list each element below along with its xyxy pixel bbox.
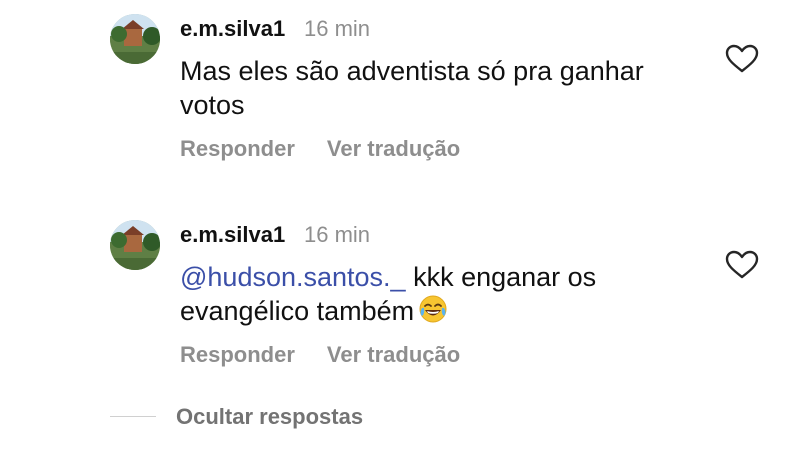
face-with-tears-of-joy-icon — [419, 295, 447, 323]
reply-button[interactable]: Responder — [180, 342, 295, 367]
comment-text: @hudson.santos._ kkk enganar os evangéli… — [180, 260, 700, 328]
comment-timestamp: 16 min — [304, 16, 371, 41]
comment-text: Mas eles são adventista só pra ganhar vo… — [180, 56, 644, 120]
comment-username[interactable]: e.m.silva1 — [180, 16, 285, 42]
hide-replies-row: Ocultar respostas — [110, 402, 510, 432]
comment-actions: Responder Ver tradução — [180, 342, 460, 368]
like-heart-icon[interactable] — [725, 250, 759, 280]
see-translation-button[interactable]: Ver tradução — [327, 136, 460, 161]
mention-link[interactable]: @hudson.santos._ — [180, 262, 406, 292]
hide-replies-button[interactable]: Ocultar respostas — [176, 404, 363, 430]
avatar-photo — [110, 220, 160, 270]
avatar[interactable] — [110, 220, 160, 270]
divider-line — [110, 416, 156, 417]
comment-actions: Responder Ver tradução — [180, 136, 460, 162]
like-heart-icon[interactable] — [725, 44, 759, 74]
comment-timestamp: 16 min — [304, 222, 371, 247]
comment-username[interactable]: e.m.silva1 — [180, 222, 285, 248]
reply-button[interactable]: Responder — [180, 136, 295, 161]
see-translation-button[interactable]: Ver tradução — [327, 342, 460, 367]
avatar[interactable] — [110, 14, 160, 64]
avatar-photo — [110, 14, 160, 64]
